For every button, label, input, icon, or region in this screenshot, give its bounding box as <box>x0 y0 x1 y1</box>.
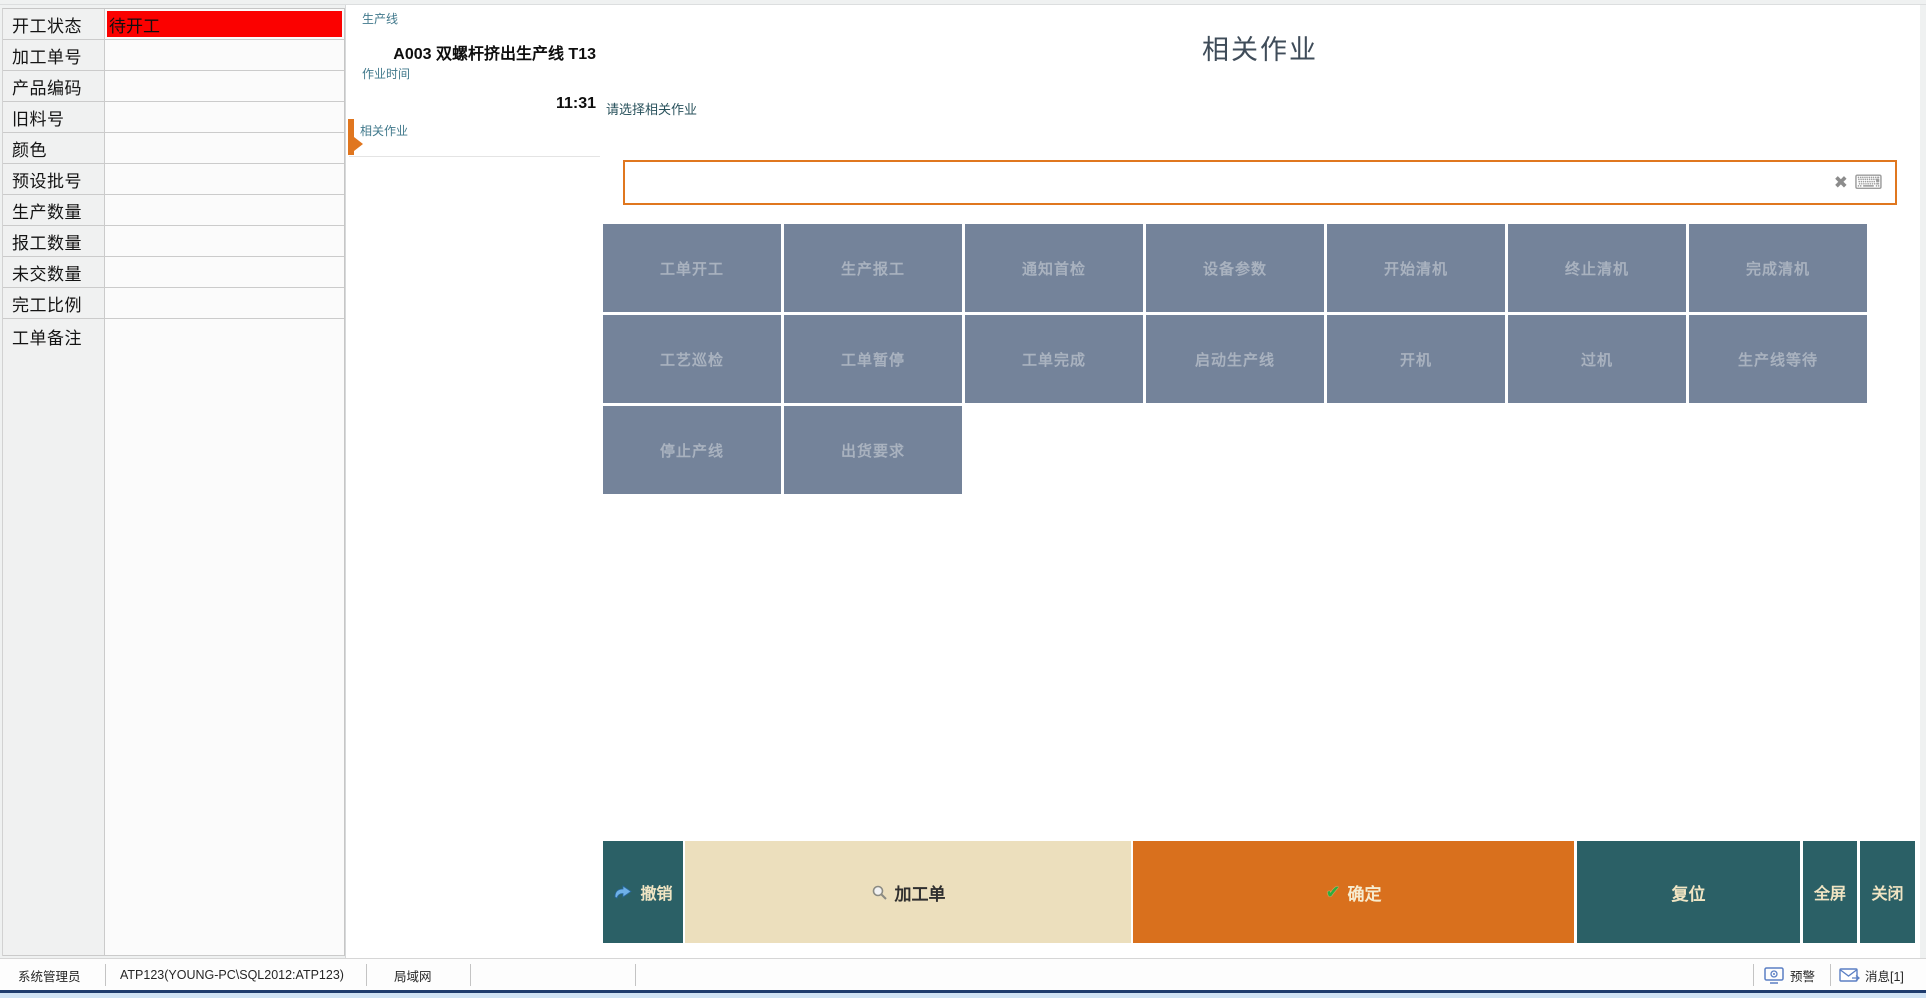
status-divider <box>470 964 471 986</box>
table-row: 完工比例 <box>3 288 344 319</box>
status-network: 局域网 <box>394 959 432 991</box>
status-badge: 待开工 <box>107 11 342 37</box>
op-button-complete-order[interactable]: 工单完成 <box>965 315 1143 403</box>
messages-button[interactable]: 消息[1] <box>1839 959 1904 991</box>
magnifier-icon <box>871 884 888 901</box>
op-button-start-line[interactable]: 启动生产线 <box>1146 315 1324 403</box>
row-value <box>104 164 344 194</box>
fullscreen-label: 全屏 <box>1814 880 1846 904</box>
row-label: 报工数量 <box>3 226 104 256</box>
status-divider <box>635 964 636 986</box>
table-row: 加工单号 <box>3 40 344 71</box>
op-button-finish-cleaning[interactable]: 完成清机 <box>1689 224 1867 312</box>
work-order-info-table: 开工状态 待开工 加工单号 产品编码 旧料号 颜色 预设批号 生产数量 <box>2 8 345 956</box>
row-value <box>104 71 344 101</box>
close-label: 关闭 <box>1871 880 1903 904</box>
table-row: 报工数量 <box>3 226 344 257</box>
page-title: 相关作业 <box>599 28 1921 67</box>
select-operation-hint: 请选择相关作业 <box>606 99 697 118</box>
reset-label: 复位 <box>1672 880 1706 905</box>
status-user: 系统管理员 <box>18 959 81 991</box>
envelope-icon <box>1839 968 1860 983</box>
table-row: 开工状态 待开工 <box>3 9 344 40</box>
op-button-stop-cleaning[interactable]: 终止清机 <box>1508 224 1686 312</box>
undo-label: 撤销 <box>640 880 672 904</box>
warning-button[interactable]: 预警 <box>1763 959 1815 991</box>
op-button-stop-line[interactable]: 停止产线 <box>603 406 781 494</box>
row-value <box>104 257 344 287</box>
production-line-label: 生产线 <box>362 10 398 27</box>
content-area: 生产线 A003 双螺杆挤出生产线 T13 作业时间 11:31 相关作业 相关… <box>345 5 1920 958</box>
op-button-pass-machine[interactable]: 过机 <box>1508 315 1686 403</box>
op-button-line-waiting[interactable]: 生产线等待 <box>1689 315 1867 403</box>
close-button[interactable]: 关闭 <box>1860 841 1915 943</box>
work-time-value: 11:31 <box>346 95 596 113</box>
op-button-device-params[interactable]: 设备参数 <box>1146 224 1324 312</box>
panel-divider <box>349 156 600 157</box>
row-label: 加工单号 <box>3 40 104 70</box>
status-bar: 系统管理员 ATP123(YOUNG-PC\SQL2012:ATP123) 局域… <box>0 958 1926 990</box>
confirm-button[interactable]: ✔ 确定 <box>1133 841 1574 943</box>
undo-button[interactable]: 撤销 <box>603 841 683 943</box>
table-row: 旧料号 <box>3 102 344 133</box>
production-line-value: A003 双螺杆挤出生产线 T13 <box>346 40 596 64</box>
row-label: 预设批号 <box>3 164 104 194</box>
messages-label: 消息[1] <box>1865 966 1904 985</box>
table-row: 工单备注 <box>3 319 344 956</box>
work-order-button[interactable]: 加工单 <box>685 841 1131 943</box>
op-button-start-cleaning[interactable]: 开始清机 <box>1327 224 1505 312</box>
reset-button[interactable]: 复位 <box>1577 841 1800 943</box>
op-button-process-patrol[interactable]: 工艺巡检 <box>603 315 781 403</box>
op-button-report-work[interactable]: 生产报工 <box>784 224 962 312</box>
op-button-first-inspection[interactable]: 通知首检 <box>965 224 1143 312</box>
op-button-power-on[interactable]: 开机 <box>1327 315 1505 403</box>
monitor-gear-icon <box>1763 966 1785 985</box>
row-label: 颜色 <box>3 133 104 163</box>
row-value <box>104 288 344 318</box>
confirm-label: 确定 <box>1348 880 1382 905</box>
row-value <box>104 226 344 256</box>
table-row: 颜色 <box>3 133 344 164</box>
undo-icon <box>613 885 633 900</box>
status-divider <box>1753 964 1754 986</box>
row-value <box>104 133 344 163</box>
nav-item-related-operations[interactable]: 相关作业 <box>360 122 408 139</box>
row-label: 开工状态 <box>3 9 104 39</box>
operation-button-grid: 工单开工 生产报工 通知首检 设备参数 开始清机 终止清机 完成清机 工艺巡检 … <box>603 224 1867 494</box>
window-bottom-strip <box>0 993 1926 998</box>
op-button-pause-order[interactable]: 工单暂停 <box>784 315 962 403</box>
table-row: 产品编码 <box>3 71 344 102</box>
status-connection: ATP123(YOUNG-PC\SQL2012:ATP123) <box>120 959 344 991</box>
row-label: 完工比例 <box>3 288 104 318</box>
row-label: 未交数量 <box>3 257 104 287</box>
row-value: 待开工 <box>104 9 344 39</box>
table-row: 预设批号 <box>3 164 344 195</box>
row-label: 生产数量 <box>3 195 104 225</box>
row-value <box>104 319 344 955</box>
status-divider <box>366 964 367 986</box>
keyboard-icon[interactable]: ⌨ <box>1854 162 1883 203</box>
op-button-shipment-request[interactable]: 出货要求 <box>784 406 962 494</box>
selected-item-marker-tip <box>354 137 363 151</box>
work-time-label: 作业时间 <box>362 65 410 82</box>
check-icon: ✔ <box>1325 882 1340 903</box>
app-window: 开工状态 待开工 加工单号 产品编码 旧料号 颜色 预设批号 生产数量 <box>0 0 1926 998</box>
table-row: 生产数量 <box>3 195 344 226</box>
table-row: 未交数量 <box>3 257 344 288</box>
status-divider <box>1830 964 1831 986</box>
row-value <box>104 40 344 70</box>
row-label: 产品编码 <box>3 71 104 101</box>
operation-search-input[interactable] <box>625 162 1895 203</box>
fullscreen-button[interactable]: 全屏 <box>1803 841 1857 943</box>
work-order-label: 加工单 <box>895 880 946 905</box>
row-value <box>104 195 344 225</box>
row-value <box>104 102 344 132</box>
status-divider <box>105 964 106 986</box>
row-label: 旧料号 <box>3 102 104 132</box>
warning-label: 预警 <box>1790 966 1815 985</box>
row-label: 工单备注 <box>3 319 104 955</box>
op-button-start-work[interactable]: 工单开工 <box>603 224 781 312</box>
operation-search-box[interactable]: ✖ ⌨ <box>623 160 1897 205</box>
clear-icon[interactable]: ✖ <box>1834 162 1848 203</box>
